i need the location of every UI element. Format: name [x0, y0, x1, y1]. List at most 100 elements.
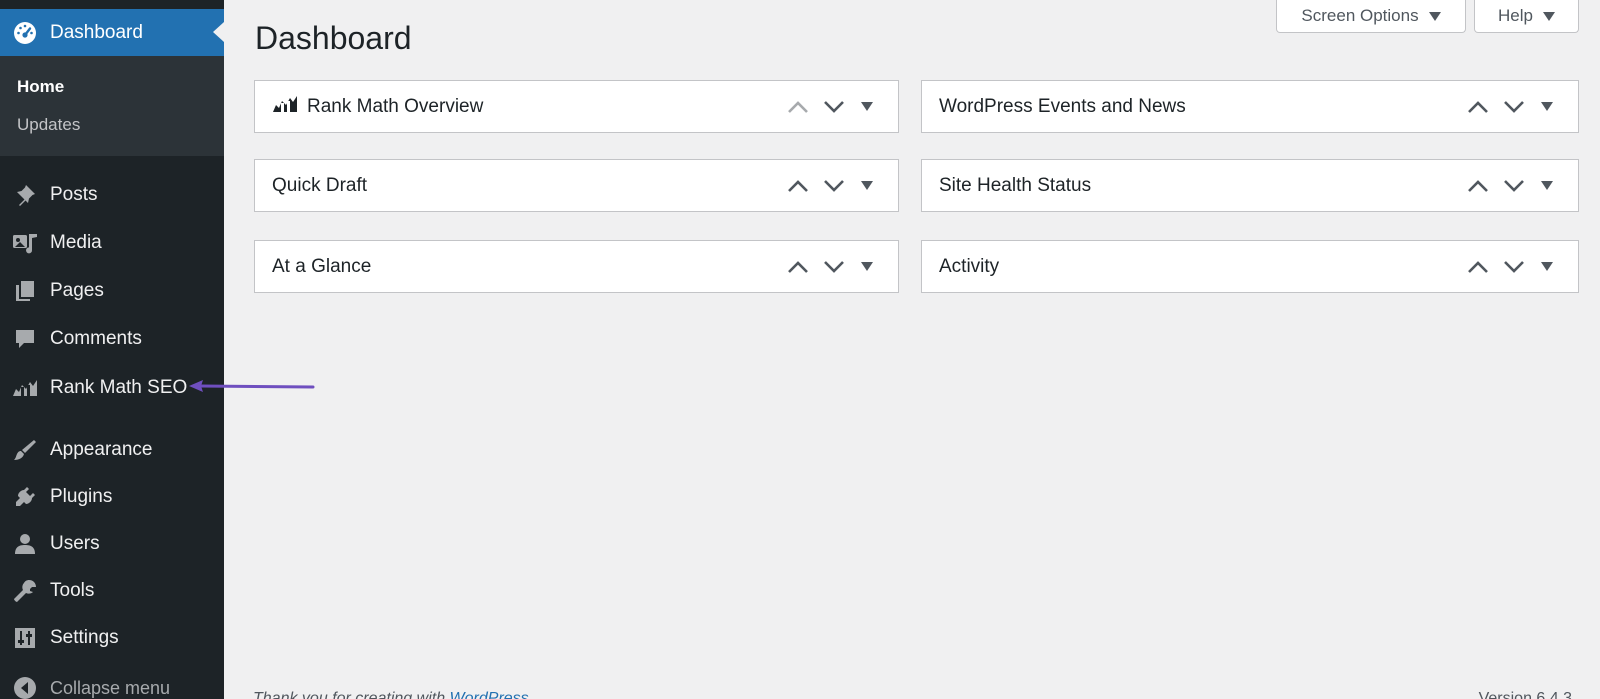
- annotation-arrow-icon: [189, 380, 315, 392]
- move-down-button[interactable]: [816, 171, 852, 201]
- chevron-up-icon: [1468, 100, 1488, 113]
- triangle-down-icon: [861, 262, 873, 271]
- toggle-panel-button[interactable]: [852, 252, 882, 282]
- chevron-down-icon: [824, 100, 844, 113]
- settings-sliders-icon: [12, 625, 38, 651]
- screen-options-button[interactable]: Screen Options: [1276, 0, 1466, 33]
- sidebar-item-label: Plugins: [50, 486, 113, 507]
- widget-title: WordPress Events and News: [939, 96, 1186, 118]
- move-down-button[interactable]: [816, 252, 852, 282]
- help-label: Help: [1498, 6, 1533, 25]
- widget-title-text: Rank Math Overview: [307, 95, 484, 117]
- widget-quick-draft: Quick Draft: [254, 159, 899, 212]
- sidebar-item-label: Pages: [50, 280, 104, 301]
- widget-controls: [780, 81, 882, 132]
- move-up-button[interactable]: [780, 171, 816, 201]
- sidebar-item-label: Collapse menu: [50, 677, 171, 698]
- sidebar-item-label: Tools: [50, 580, 95, 601]
- sidebar-item-label: Appearance: [50, 439, 153, 460]
- sidebar-item-appearance[interactable]: Appearance: [0, 430, 224, 470]
- move-down-button[interactable]: [816, 92, 852, 122]
- footer-wordpress-link[interactable]: WordPress: [450, 690, 529, 699]
- sidebar-item-tools[interactable]: Tools: [0, 571, 224, 611]
- sidebar-item-label: Rank Math SEO: [50, 377, 188, 398]
- widget-controls: [1460, 81, 1562, 132]
- page-title: Dashboard: [255, 20, 412, 56]
- help-button[interactable]: Help: [1474, 0, 1579, 33]
- pages-icon: [12, 278, 38, 304]
- widget-title-text: At a Glance: [272, 255, 372, 277]
- toggle-panel-button[interactable]: [852, 92, 882, 122]
- sidebar-item-label: Dashboard: [50, 21, 143, 43]
- sidebar-item-comments[interactable]: Comments: [0, 319, 224, 359]
- widget-activity: Activity: [921, 240, 1579, 293]
- widget-title: Rank Math Overview: [272, 94, 483, 120]
- toggle-panel-button[interactable]: [852, 171, 882, 201]
- submenu-item-updates[interactable]: Updates: [17, 115, 80, 135]
- widget-title: Quick Draft: [272, 175, 367, 197]
- widget-title: At a Glance: [272, 256, 371, 278]
- sidebar-item-media[interactable]: Media: [0, 223, 224, 263]
- collapse-menu-button[interactable]: Collapse menu: [0, 668, 224, 699]
- move-up-button[interactable]: [1460, 252, 1496, 282]
- chevron-up-icon: [788, 179, 808, 192]
- chevron-down-icon: [1504, 179, 1524, 192]
- widget-controls: [1460, 241, 1562, 292]
- widget-wordpress-events-news: WordPress Events and News: [921, 80, 1579, 133]
- sidebar-item-settings[interactable]: Settings: [0, 618, 224, 658]
- sidebar-item-plugins[interactable]: Plugins: [0, 477, 224, 517]
- chevron-down-icon: [824, 260, 844, 273]
- chevron-down-icon: [824, 179, 844, 192]
- widget-title: Site Health Status: [939, 175, 1091, 197]
- widget-controls: [780, 160, 882, 211]
- toggle-panel-button[interactable]: [1532, 171, 1562, 201]
- toggle-panel-button[interactable]: [1532, 252, 1562, 282]
- widget-title-text: Activity: [939, 255, 1000, 277]
- chevron-down-icon: [1504, 260, 1524, 273]
- chevron-up-icon: [788, 100, 808, 113]
- paintbrush-icon: [12, 437, 38, 463]
- move-up-button[interactable]: [1460, 171, 1496, 201]
- chevron-down-icon: [1504, 100, 1524, 113]
- chevron-up-icon: [788, 260, 808, 273]
- widget-title: Activity: [939, 256, 999, 278]
- widget-title-text: WordPress Events and News: [939, 95, 1186, 117]
- move-up-button[interactable]: [1460, 92, 1496, 122]
- submenu-item-home[interactable]: Home: [17, 77, 64, 97]
- widget-controls: [780, 241, 882, 292]
- sidebar-item-dashboard[interactable]: Dashboard: [0, 9, 224, 56]
- sidebar-item-label: Posts: [50, 184, 98, 205]
- comment-bubble-icon: [12, 326, 38, 352]
- chevron-up-icon: [1468, 179, 1488, 192]
- sidebar-item-label: Media: [50, 232, 102, 253]
- triangle-down-icon: [861, 102, 873, 111]
- footer-thanks-text: Thank you for creating with: [253, 690, 450, 699]
- screen-options-label: Screen Options: [1301, 6, 1419, 25]
- plug-icon: [12, 484, 38, 510]
- rank-math-icon: [12, 375, 38, 401]
- widget-rank-math-overview: Rank Math Overview: [254, 80, 899, 133]
- sidebar-item-pages[interactable]: Pages: [0, 271, 224, 311]
- widget-title-text: Quick Draft: [272, 174, 368, 196]
- triangle-down-icon: [1541, 262, 1553, 271]
- caret-down-icon: [1428, 11, 1441, 21]
- sidebar-item-label: Users: [50, 533, 100, 554]
- collapse-arrow-icon: [12, 675, 38, 699]
- rank-math-icon: [272, 94, 298, 120]
- sidebar-item-users[interactable]: Users: [0, 524, 224, 564]
- current-menu-pointer: [213, 22, 224, 42]
- sidebar-item-posts[interactable]: Posts: [0, 175, 224, 215]
- triangle-down-icon: [861, 181, 873, 190]
- dashboard-submenu: Home Updates: [0, 56, 224, 156]
- sidebar-item-label: Settings: [50, 627, 119, 648]
- move-up-button[interactable]: [780, 92, 816, 122]
- sidebar-item-label: Comments: [50, 328, 142, 349]
- triangle-down-icon: [1541, 181, 1553, 190]
- move-down-button[interactable]: [1496, 252, 1532, 282]
- move-up-button[interactable]: [780, 252, 816, 282]
- move-down-button[interactable]: [1496, 171, 1532, 201]
- widget-at-a-glance: At a Glance: [254, 240, 899, 293]
- move-down-button[interactable]: [1496, 92, 1532, 122]
- widget-site-health-status: Site Health Status: [921, 159, 1579, 212]
- toggle-panel-button[interactable]: [1532, 92, 1562, 122]
